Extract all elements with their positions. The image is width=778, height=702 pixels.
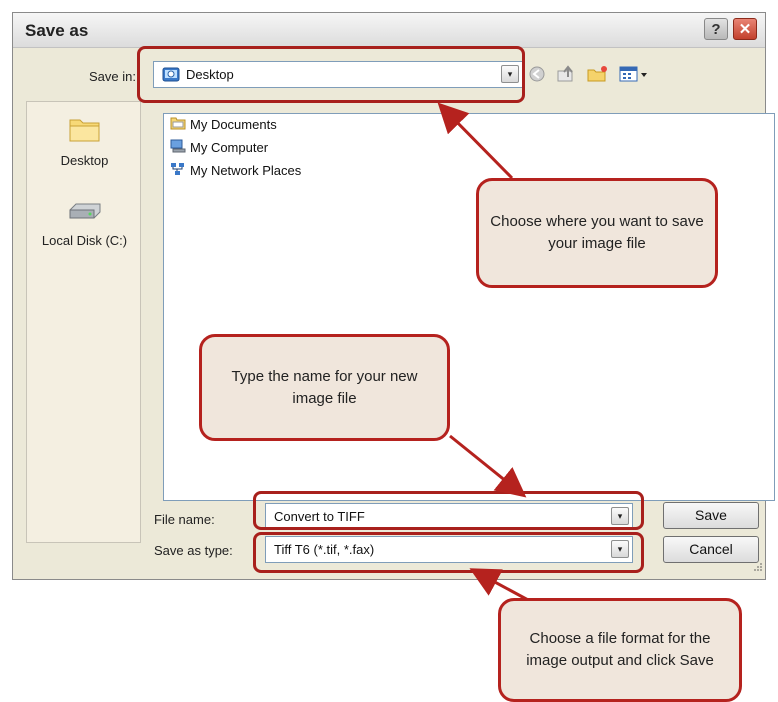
format-callout-text: Choose a file format for the image outpu…	[526, 630, 714, 669]
location-callout: Choose where you want to save your image…	[476, 178, 718, 288]
location-arrow	[437, 102, 514, 180]
format-callout: Choose a file format for the image outpu…	[498, 598, 742, 702]
name-callout-text: Type the name for your new image file	[231, 367, 418, 407]
location-callout-text: Choose where you want to save your image…	[490, 213, 704, 252]
name-arrow	[449, 434, 527, 498]
format-arrow	[469, 568, 531, 603]
name-callout: Type the name for your new image file	[199, 334, 450, 441]
